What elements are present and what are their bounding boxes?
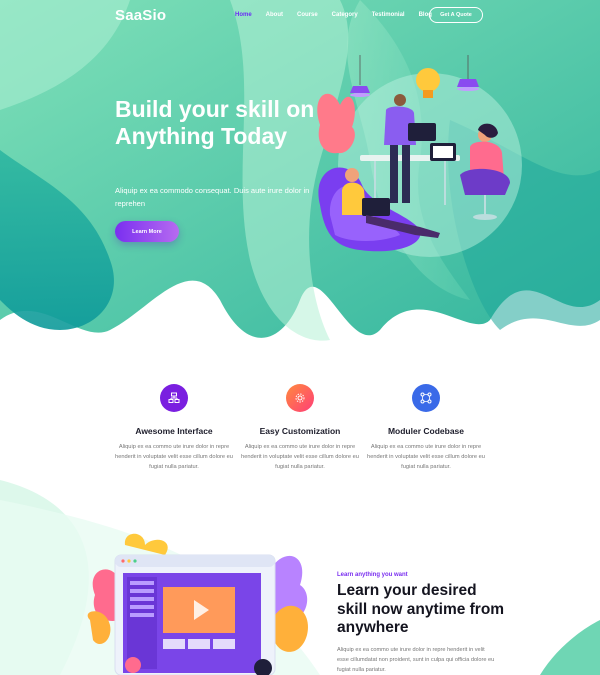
feature-description: Aliquip ex ea commo ute irure dolor in r… (241, 444, 359, 470)
layout-icon (160, 384, 188, 412)
nav-item-testimonial[interactable]: Testimonial (372, 12, 405, 18)
feature-description: Aliquip ex ea commo ute irure dolor in r… (367, 444, 485, 470)
brand-logo[interactable]: SaaSio (115, 7, 166, 24)
gear-icon (286, 384, 314, 412)
get-quote-button[interactable]: Get A Quote (429, 7, 483, 23)
section-description: Aliquip ex ea commo ute irure dolor in r… (337, 647, 495, 673)
hero-illustration (317, 55, 522, 257)
nav-menu: Home About Course Category Testimonial B… (235, 12, 446, 18)
nav-item-about[interactable]: About (266, 12, 283, 18)
course-illustration (87, 533, 308, 675)
feature-title: Awesome Interface (135, 426, 213, 436)
hero-title: Build your skill on Anything Today (115, 96, 315, 149)
nav-item-course[interactable]: Course (297, 12, 318, 18)
hero-subtitle: Aliquip ex ea commodo consequat. Duis au… (115, 186, 310, 208)
feature-description: Aliquip ex ea commo ute irure dolor in r… (115, 444, 233, 470)
feature-title: Moduler Codebase (387, 426, 465, 436)
top-navigation: SaaSio Home About Course Category Testim… (0, 0, 600, 32)
feature-title: Easy Customization (259, 426, 341, 436)
learn-more-button[interactable]: Learn More (115, 221, 179, 242)
nav-item-home[interactable]: Home (235, 12, 252, 18)
nav-item-category[interactable]: Category (332, 12, 358, 18)
section-eyebrow: Learn anything you want (337, 572, 408, 578)
feature-easy-customization: Easy Customization Aliquip ex ea commo u… (240, 384, 360, 472)
feature-moduler-codebase: Moduler Codebase Aliquip ex ea commo ute… (366, 384, 486, 472)
section-title: Learn your desired skill now anytime fro… (337, 582, 505, 636)
feature-awesome-interface: Awesome Interface Aliquip ex ea commo ut… (114, 384, 234, 472)
modules-icon (412, 384, 440, 412)
